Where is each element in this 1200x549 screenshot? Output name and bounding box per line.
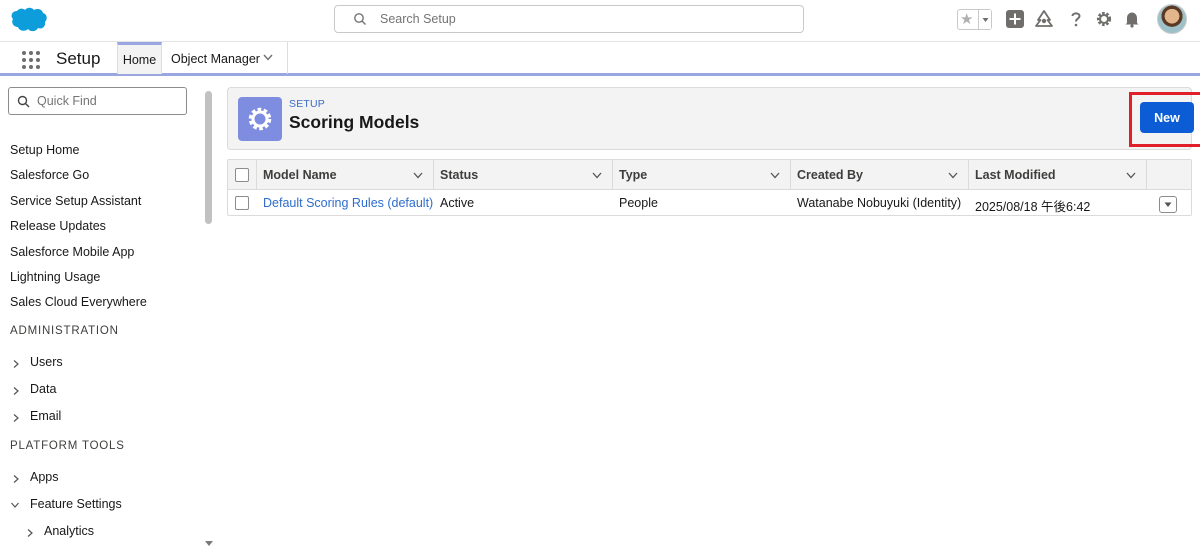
main-content: SETUP Scoring Models New Model Name Stat… [215, 79, 1200, 549]
chevron-right-icon [27, 529, 33, 537]
chevron-right-icon [13, 475, 19, 483]
chevron-right-icon [13, 360, 19, 368]
table-cell-created-by: Watanabe Nobuyuki (Identity) [797, 196, 962, 210]
sidebar-tree-label: Apps [30, 470, 59, 484]
select-all-checkbox[interactable] [235, 168, 249, 182]
page-title: Scoring Models [289, 112, 420, 132]
sidebar-section-administration: ADMINISTRATION [10, 325, 119, 337]
chevron-down-icon[interactable] [413, 172, 423, 179]
trailhead-icon[interactable] [1034, 9, 1054, 29]
help-icon[interactable] [1066, 9, 1086, 29]
sidebar-tree-label: Data [30, 382, 57, 396]
chevron-down-icon [11, 502, 19, 508]
search-icon [354, 13, 366, 25]
setup-page-icon [238, 97, 282, 141]
table-cell-model-name: Default Scoring Rules (default) [257, 190, 434, 216]
search-setup-box[interactable] [334, 5, 804, 33]
sidebar-tree-label: Email [30, 409, 62, 423]
breadcrumb[interactable]: SETUP [289, 98, 325, 110]
caret-down-icon [982, 18, 989, 22]
sidebar-item-sales-cloud-everywhere[interactable]: Sales Cloud Everywhere [10, 295, 147, 309]
page-header: SETUP Scoring Models New [227, 87, 1200, 150]
app-navigation-bar: Setup Home Object Manager [0, 42, 1200, 76]
model-name-link[interactable]: Default Scoring Rules (default) [263, 196, 433, 210]
tab-home[interactable]: Home [117, 42, 162, 74]
chevron-down-icon[interactable] [263, 54, 273, 61]
sidebar-tree-label: Analytics [44, 524, 95, 538]
column-header-label: Created By [797, 168, 863, 182]
column-header-label: Type [619, 168, 648, 182]
row-actions-menu-button[interactable] [1159, 196, 1177, 213]
column-header-status[interactable]: Status [434, 160, 613, 190]
search-input[interactable] [380, 10, 780, 28]
sidebar-section-platform-tools: PLATFORM TOOLS [10, 440, 125, 452]
new-button[interactable]: New [1140, 102, 1194, 133]
chevron-down-icon[interactable] [948, 172, 958, 179]
table-cell-last-modified: 2025/08/18 午後6:42 [975, 200, 1091, 214]
scoring-models-table: Model Name Status Type Created By Last M… [227, 159, 1192, 216]
table-row-select [228, 190, 257, 216]
add-icon[interactable] [1005, 9, 1025, 29]
table-cell-status: Active [440, 196, 475, 210]
app-launcher-icon[interactable] [22, 51, 41, 70]
notifications-bell-icon[interactable] [1122, 9, 1142, 29]
sidebar-item-salesforce-go[interactable]: Salesforce Go [10, 168, 89, 182]
select-all-header [228, 160, 257, 190]
search-icon [17, 95, 30, 108]
column-header-label: Status [440, 168, 479, 182]
column-header-model-name[interactable]: Model Name [257, 160, 434, 190]
sidebar-tree-label: Feature Settings [30, 497, 122, 511]
caret-down-icon [1164, 202, 1172, 207]
tab-object-manager[interactable]: Object Manager [163, 42, 288, 74]
sidebar-scrollbar-thumb[interactable] [205, 91, 212, 224]
quick-find-box[interactable] [8, 87, 187, 115]
chevron-right-icon [13, 414, 19, 422]
table-cell-type: People [619, 196, 658, 210]
column-header-type[interactable]: Type [613, 160, 791, 190]
chevron-down-icon[interactable] [1126, 172, 1136, 179]
chevron-down-icon[interactable] [770, 172, 780, 179]
sidebar-tree-label: Users [30, 355, 63, 369]
sidebar-item-release-updates[interactable]: Release Updates [10, 219, 106, 233]
row-checkbox[interactable] [235, 196, 249, 210]
tab-object-manager-label: Object Manager [171, 52, 260, 66]
chevron-down-icon[interactable] [592, 172, 602, 179]
sidebar-scroll-down-arrow[interactable] [205, 541, 213, 546]
sidebar-item-salesforce-mobile-app[interactable]: Salesforce Mobile App [10, 245, 134, 259]
chevron-right-icon [13, 387, 19, 395]
favorites-button[interactable]: ★ [957, 9, 992, 30]
column-header-actions [1147, 160, 1191, 190]
column-header-label: Last Modified [975, 168, 1056, 182]
setup-gear-icon[interactable] [1094, 9, 1114, 29]
setup-sidebar: Setup Home Salesforce Go Service Setup A… [0, 79, 215, 549]
column-header-created-by[interactable]: Created By [791, 160, 969, 190]
column-header-label: Model Name [263, 168, 337, 182]
quick-find-input[interactable] [37, 93, 177, 109]
user-avatar[interactable] [1157, 4, 1187, 34]
favorites-menu-caret[interactable] [978, 10, 991, 29]
sidebar-item-lightning-usage[interactable]: Lightning Usage [10, 270, 100, 284]
column-header-last-modified[interactable]: Last Modified [969, 160, 1147, 190]
salesforce-logo[interactable] [10, 6, 48, 33]
global-header: ★ [0, 0, 1200, 42]
sidebar-item-setup-home[interactable]: Setup Home [10, 143, 79, 157]
favorites-star-icon: ★ [960, 11, 974, 28]
sidebar-item-service-setup-assistant[interactable]: Service Setup Assistant [10, 194, 141, 208]
gear-icon [248, 107, 272, 131]
app-name: Setup [56, 49, 101, 68]
